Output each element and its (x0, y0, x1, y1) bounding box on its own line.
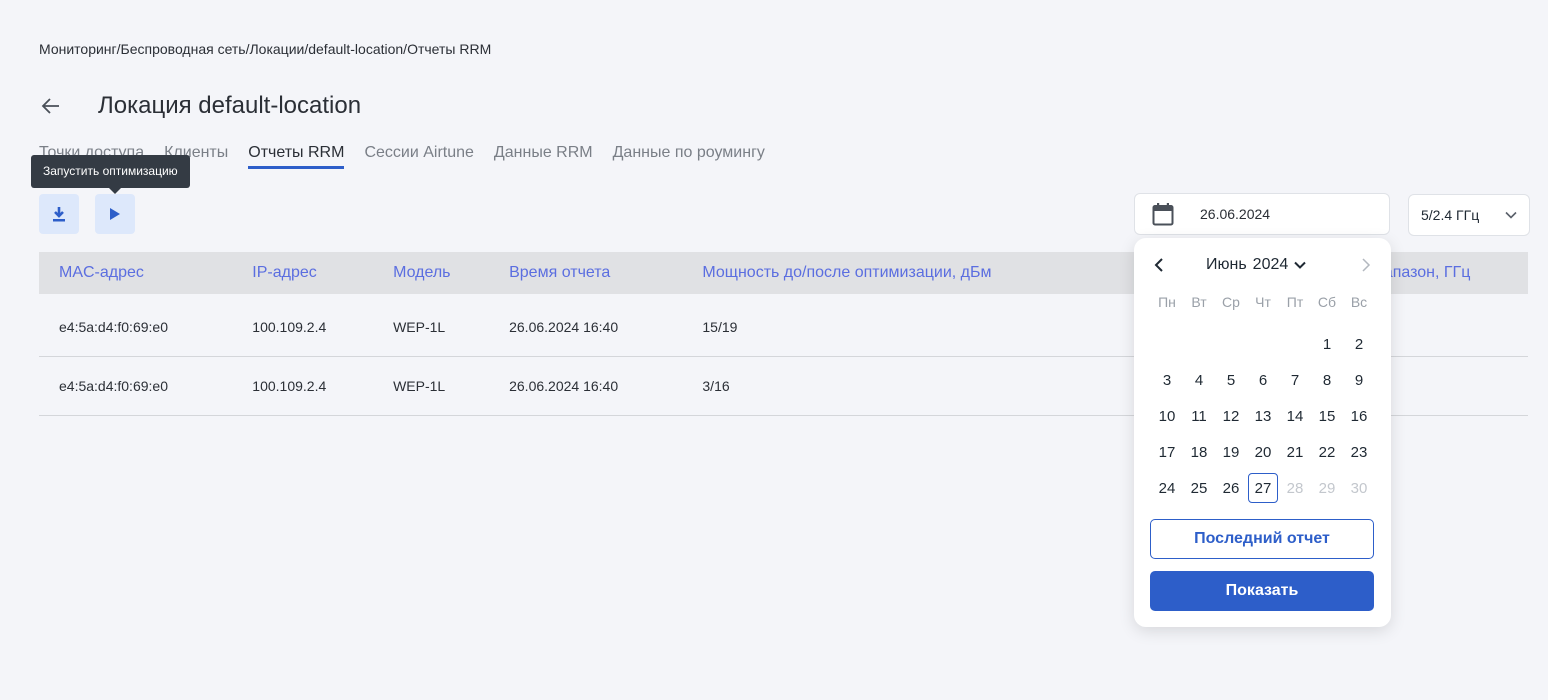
weekday-label: Чт (1255, 294, 1271, 310)
weekday-label: Ср (1222, 294, 1240, 310)
column-header[interactable]: Мощность до/после оптимизации, дБм (682, 252, 1145, 294)
table-cell: 100.109.2.4 (232, 356, 374, 416)
calendar-day[interactable]: 6 (1248, 365, 1278, 395)
tab-2[interactable]: Отчеты RRM (248, 144, 345, 169)
calendar-day: 30 (1350, 479, 1368, 497)
year-label: 2024 (1252, 256, 1289, 273)
last-report-button[interactable]: Последний отчет (1150, 519, 1374, 559)
calendar-day[interactable]: 8 (1312, 365, 1342, 395)
table-cell: 26.06.2024 16:40 (489, 294, 683, 357)
chevron-right-icon[interactable] (1361, 258, 1371, 272)
chevron-left-icon[interactable] (1154, 258, 1164, 272)
table-cell: WEP-1L (373, 356, 490, 416)
calendar-day[interactable]: 12 (1216, 401, 1246, 431)
calendar-day[interactable]: 2 (1344, 329, 1374, 359)
calendar-day[interactable]: 14 (1280, 401, 1310, 431)
calendar-day[interactable]: 10 (1152, 401, 1182, 431)
weekday-label: Вт (1191, 294, 1207, 310)
table-cell: WEP-1L (373, 294, 490, 357)
empty-day-cell (1215, 326, 1247, 362)
chevron-down-icon (1505, 211, 1517, 219)
empty-day-cell (1247, 326, 1279, 362)
column-header[interactable]: MAC-адрес (39, 252, 232, 294)
weekday-label: Вс (1350, 294, 1368, 310)
date-input[interactable] (1200, 206, 1350, 222)
empty-day-cell (1279, 326, 1311, 362)
empty-day-cell (1151, 326, 1183, 362)
calendar-days-grid: 1 2 3 4 5 6 7 8 9 10 11 12 13 14 15 16 17 18 19 20 21 22 23 24 2… (1151, 326, 1375, 506)
month-year-selector[interactable]: Июнь 2024 (1206, 256, 1306, 274)
calendar-day[interactable]: 5 (1216, 365, 1246, 395)
date-filter[interactable] (1134, 193, 1390, 235)
play-icon (109, 207, 121, 221)
run-optimization-button[interactable] (95, 194, 135, 234)
calendar-day-today[interactable]: 27 (1248, 473, 1278, 503)
calendar-day[interactable]: 26 (1216, 473, 1246, 503)
column-header[interactable]: Модель (373, 252, 489, 294)
empty-day-cell (1183, 326, 1215, 362)
calendar-day[interactable]: 3 (1152, 365, 1182, 395)
calendar-day[interactable]: 16 (1344, 401, 1374, 431)
tab-3[interactable]: Сессии Airtune (364, 144, 473, 169)
back-arrow-icon[interactable] (39, 90, 63, 122)
page-header: Локация default-location (39, 90, 361, 122)
calendar-day[interactable]: 17 (1152, 437, 1182, 467)
calendar-day[interactable]: 23 (1344, 437, 1374, 467)
table-cell: 3/16 (682, 356, 1146, 416)
calendar-day[interactable]: 1 (1312, 329, 1342, 359)
calendar-icon[interactable] (1152, 202, 1174, 226)
calendar-day[interactable]: 9 (1344, 365, 1374, 395)
calendar-day[interactable]: 20 (1248, 437, 1278, 467)
tab-5[interactable]: Данные по роумингу (613, 144, 765, 169)
table-cell: e4:5a:d4:f0:69:e0 (39, 294, 233, 357)
download-button[interactable] (39, 194, 79, 234)
calendar-day[interactable]: 13 (1248, 401, 1278, 431)
tooltip: Запустить оптимизацию (31, 155, 190, 194)
calendar-day[interactable]: 15 (1312, 401, 1342, 431)
column-header[interactable]: IP-адрес (232, 252, 373, 294)
calendar-day[interactable]: 11 (1184, 401, 1214, 431)
calendar-day: 28 (1286, 479, 1304, 497)
calendar-day[interactable]: 25 (1184, 473, 1214, 503)
calendar-day[interactable]: 18 (1184, 437, 1214, 467)
weekday-row: Пн Вт Ср Чт Пт Сб Вс (1151, 294, 1375, 310)
calendar-day[interactable]: 7 (1280, 365, 1310, 395)
table-cell: 26.06.2024 16:40 (489, 356, 683, 416)
page-title: Локация default-location (98, 92, 362, 119)
tab-4[interactable]: Данные RRM (494, 144, 593, 169)
band-select[interactable]: 5/2.4 ГГц (1408, 194, 1530, 236)
calendar-day[interactable]: 22 (1312, 437, 1342, 467)
datepicker-popup: Июнь 2024 Пн Вт Ср Чт Пт Сб Вс 1 2 3 4 5 6 7 8 9 10 11 12… (1134, 238, 1391, 627)
band-select-value: 5/2.4 ГГц (1421, 207, 1480, 223)
table-cell: 100.109.2.4 (232, 294, 374, 357)
table-cell: 15/19 (682, 294, 1146, 357)
download-icon (52, 206, 66, 222)
weekday-label: Пт (1286, 294, 1304, 310)
chevron-down-icon (1294, 261, 1306, 269)
weekday-label: Пн (1158, 294, 1176, 310)
show-button[interactable]: Показать (1150, 571, 1374, 611)
calendar-day[interactable]: 24 (1152, 473, 1182, 503)
calendar-day[interactable]: 19 (1216, 437, 1246, 467)
calendar-day: 29 (1318, 479, 1336, 497)
column-header[interactable]: Время отчета (489, 252, 682, 294)
breadcrumb: Мониторинг/Беспроводная сеть/Локации/def… (39, 41, 492, 57)
weekday-label: Сб (1317, 294, 1337, 310)
calendar-day[interactable]: 21 (1280, 437, 1310, 467)
calendar-day[interactable]: 4 (1184, 365, 1214, 395)
month-label: Июнь (1206, 256, 1247, 273)
table-cell: e4:5a:d4:f0:69:e0 (39, 356, 233, 416)
